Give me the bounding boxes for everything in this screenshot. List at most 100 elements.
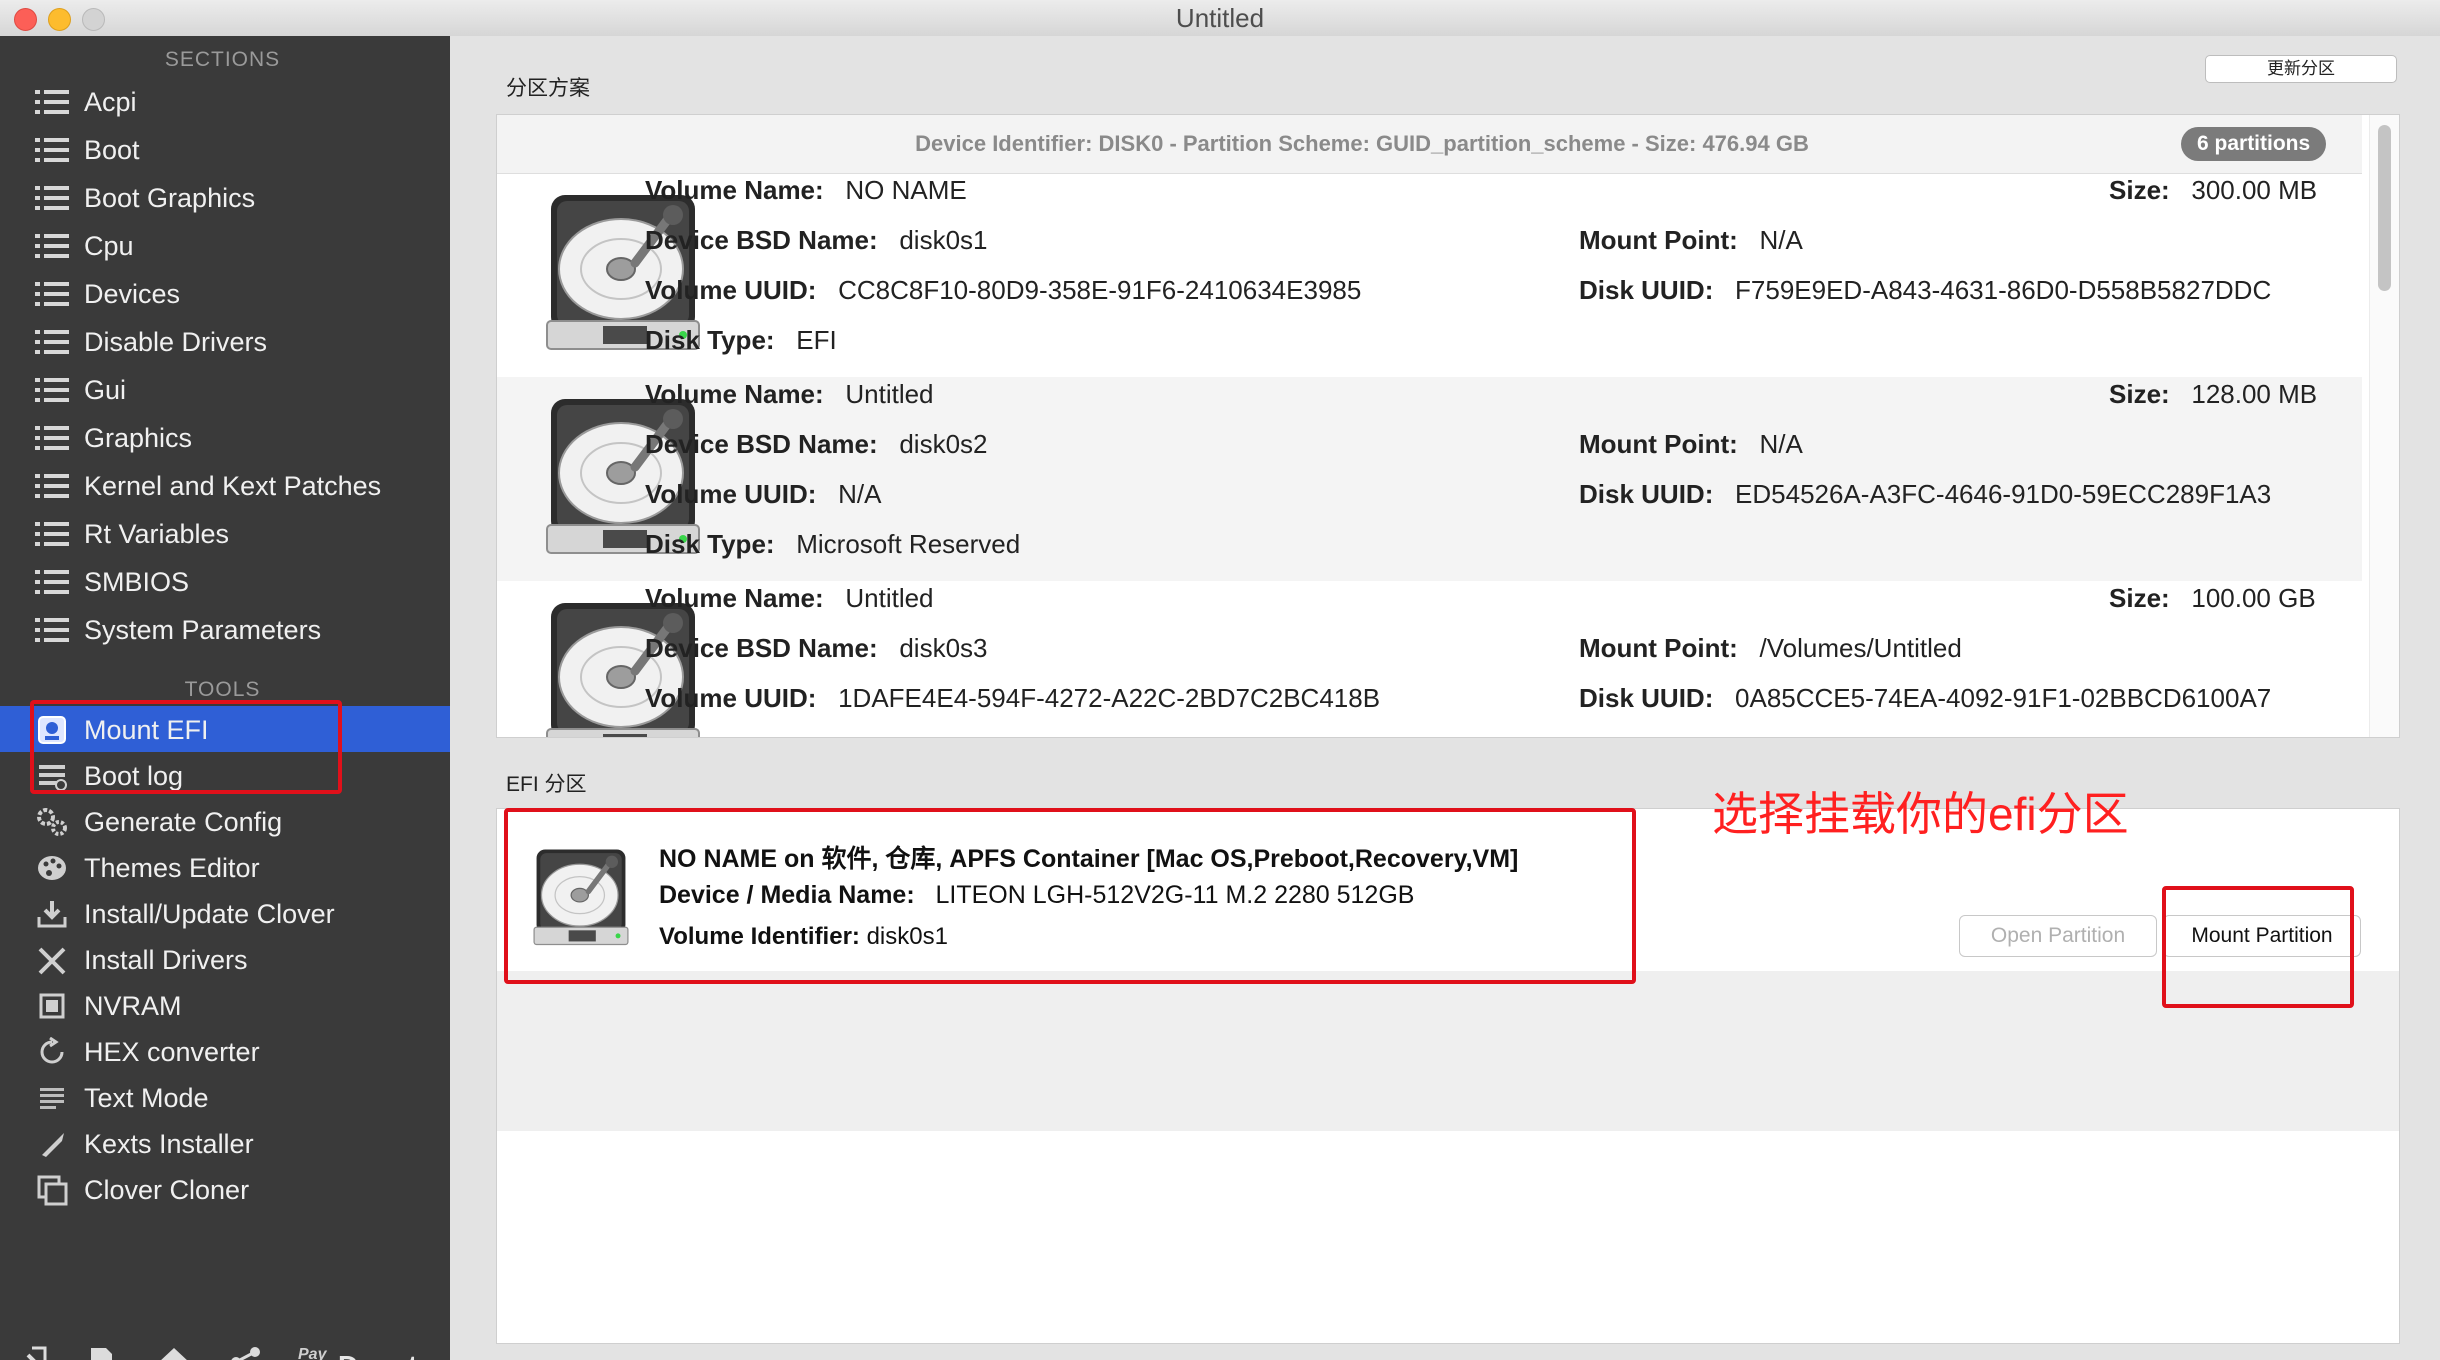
section-item-devices[interactable]: Devices bbox=[0, 270, 450, 316]
tool-install-drivers[interactable]: Install Drivers bbox=[0, 936, 450, 982]
partition-scheme-header: Device Identifier: DISK0 - Partition Sch… bbox=[497, 115, 2362, 174]
list-icon bbox=[34, 135, 70, 165]
palette-icon bbox=[34, 853, 70, 883]
volume-name-value: Untitled bbox=[845, 379, 934, 409]
size-value: 300.00 MB bbox=[2191, 175, 2318, 205]
tool-label: Text Mode bbox=[84, 1083, 209, 1113]
device-bsd-name-label: Device BSD Name: bbox=[645, 225, 878, 255]
tool-label: HEX converter bbox=[84, 1037, 260, 1067]
donate-button[interactable]: Donate bbox=[338, 1350, 433, 1360]
section-label: SMBIOS bbox=[84, 567, 190, 597]
section-item-smbios[interactable]: SMBIOS bbox=[0, 558, 450, 604]
section-item-system-parameters[interactable]: System Parameters bbox=[0, 606, 450, 652]
efi-list-empty-row bbox=[497, 971, 2399, 1131]
disk-type-label: Disk Type: bbox=[645, 325, 775, 355]
partition-list-scrollbar[interactable] bbox=[2369, 115, 2399, 737]
kext-icon bbox=[34, 1129, 70, 1159]
disk-type-value: Microsoft Reserved bbox=[796, 529, 1021, 559]
partition-list: Device Identifier: DISK0 - Partition Sch… bbox=[496, 114, 2400, 738]
sidebar: SECTIONS Acpi Boot Boot Graphics Cpu Devices… bbox=[0, 36, 450, 1360]
paypal-icon: PayPal bbox=[298, 1346, 327, 1360]
disk-uuid-value: 0A85CCE5-74EA-4092-91F1-02BBCD6100A7 bbox=[1735, 683, 2272, 713]
volume-uuid-value: 1DAFE4E4-594F-4272-A22C-2BD7C2BC418B bbox=[838, 683, 1381, 713]
chip-icon bbox=[34, 991, 70, 1021]
clone-icon bbox=[34, 1175, 70, 1206]
highlight-mount-efi-box bbox=[30, 700, 342, 794]
volume-name-label: Volume Name: bbox=[645, 175, 824, 205]
disk-uuid-value: ED54526A-A3FC-4646-91D0-59ECC289F1A3 bbox=[1735, 479, 2272, 509]
refresh-partitions-button[interactable]: 更新分区 bbox=[2205, 55, 2397, 83]
section-item-acpi[interactable]: Acpi bbox=[0, 78, 450, 124]
section-item-disable-drivers[interactable]: Disable Drivers bbox=[0, 318, 450, 364]
open-partition-button[interactable]: Open Partition bbox=[1959, 915, 2157, 957]
section-label: Devices bbox=[84, 279, 181, 309]
disk-uuid-label: Disk UUID: bbox=[1579, 479, 1714, 509]
device-bsd-name-value: disk0s2 bbox=[899, 429, 988, 459]
disk-uuid-label: Disk UUID: bbox=[1579, 683, 1714, 713]
list-icon bbox=[34, 567, 70, 597]
volume-name-label: Volume Name: bbox=[645, 583, 824, 613]
disk-type-label: Disk Type: bbox=[645, 529, 775, 559]
list-icon bbox=[34, 375, 70, 405]
list-icon bbox=[34, 423, 70, 453]
list-icon bbox=[34, 471, 70, 501]
partition-row[interactable]: Volume Name: Untitled Device BSD Name: d… bbox=[497, 377, 2362, 581]
section-label: System Parameters bbox=[84, 615, 322, 645]
gears-icon bbox=[34, 807, 70, 837]
tool-install-update-clover[interactable]: Install/Update Clover bbox=[0, 890, 450, 936]
efi-partition-label: EFI 分区 bbox=[506, 773, 587, 796]
download-icon bbox=[34, 899, 70, 929]
home-icon[interactable] bbox=[156, 1344, 192, 1360]
list-icon bbox=[34, 231, 70, 261]
volume-name-label: Volume Name: bbox=[645, 379, 824, 409]
tool-label: Kexts Installer bbox=[84, 1129, 254, 1159]
window-title: Untitled bbox=[1175, 3, 1265, 33]
section-label: Graphics bbox=[84, 423, 193, 453]
tool-clover-cloner[interactable]: Clover Cloner bbox=[0, 1166, 450, 1212]
tools-header: TOOLS bbox=[184, 678, 261, 701]
list-icon bbox=[34, 519, 70, 549]
tool-nvram[interactable]: NVRAM bbox=[0, 982, 450, 1028]
tool-generate-config[interactable]: Generate Config bbox=[0, 798, 450, 844]
tool-kexts-installer[interactable]: Kexts Installer bbox=[0, 1120, 450, 1166]
tool-hex-converter[interactable]: HEX converter bbox=[0, 1028, 450, 1074]
scrollbar-thumb[interactable] bbox=[2378, 125, 2391, 291]
text-lines-icon bbox=[34, 1083, 70, 1113]
volume-uuid-label: Volume UUID: bbox=[645, 275, 817, 305]
device-bsd-name-value: disk0s3 bbox=[899, 633, 988, 663]
highlight-efi-entry-box bbox=[504, 808, 1636, 984]
mount-point-label: Mount Point: bbox=[1579, 633, 1738, 663]
section-item-gui[interactable]: Gui bbox=[0, 366, 450, 412]
section-item-kernel-and-kext-patches[interactable]: Kernel and Kext Patches bbox=[0, 462, 450, 508]
tool-label: Clover Cloner bbox=[84, 1175, 250, 1205]
device-bsd-name-label: Device BSD Name: bbox=[645, 633, 878, 663]
size-value: 128.00 MB bbox=[2191, 379, 2318, 409]
partition-row[interactable]: Volume Name: NO NAME Device BSD Name: di… bbox=[497, 173, 2362, 377]
device-identifier-text: Device Identifier: DISK0 - Partition Sch… bbox=[915, 131, 1809, 156]
list-icon bbox=[34, 615, 70, 645]
size-label: Size: bbox=[2109, 583, 2170, 613]
volume-uuid-value: N/A bbox=[838, 479, 882, 509]
tool-text-mode[interactable]: Text Mode bbox=[0, 1074, 450, 1120]
disk-uuid-label: Disk UUID: bbox=[1579, 275, 1714, 305]
size-label: Size: bbox=[2109, 175, 2170, 205]
share-icon[interactable] bbox=[228, 1344, 264, 1360]
partition-row[interactable]: Volume Name: Untitled Device BSD Name: d… bbox=[497, 581, 2362, 737]
section-item-boot-graphics[interactable]: Boot Graphics bbox=[0, 174, 450, 220]
section-item-graphics[interactable]: Graphics bbox=[0, 414, 450, 460]
partition-count-badge: 6 partitions bbox=[2181, 127, 2327, 161]
section-label: Kernel and Kext Patches bbox=[84, 471, 382, 501]
section-item-boot[interactable]: Boot bbox=[0, 126, 450, 172]
section-item-rt-variables[interactable]: Rt Variables bbox=[0, 510, 450, 556]
title-bar: Untitled bbox=[0, 0, 2440, 37]
tool-label: Install Drivers bbox=[84, 945, 248, 975]
section-item-cpu[interactable]: Cpu bbox=[0, 222, 450, 268]
section-label: Cpu bbox=[84, 231, 134, 261]
volume-uuid-value: CC8C8F10-80D9-358E-91F6-2410634E3985 bbox=[838, 275, 1362, 305]
export-icon[interactable] bbox=[86, 1344, 122, 1360]
annotation-text: 选择挂载你的efi分区 bbox=[1712, 788, 2129, 840]
list-icon bbox=[34, 183, 70, 213]
import-icon[interactable] bbox=[14, 1344, 50, 1360]
device-bsd-name-value: disk0s1 bbox=[899, 225, 988, 255]
tool-themes-editor[interactable]: Themes Editor bbox=[0, 844, 450, 890]
